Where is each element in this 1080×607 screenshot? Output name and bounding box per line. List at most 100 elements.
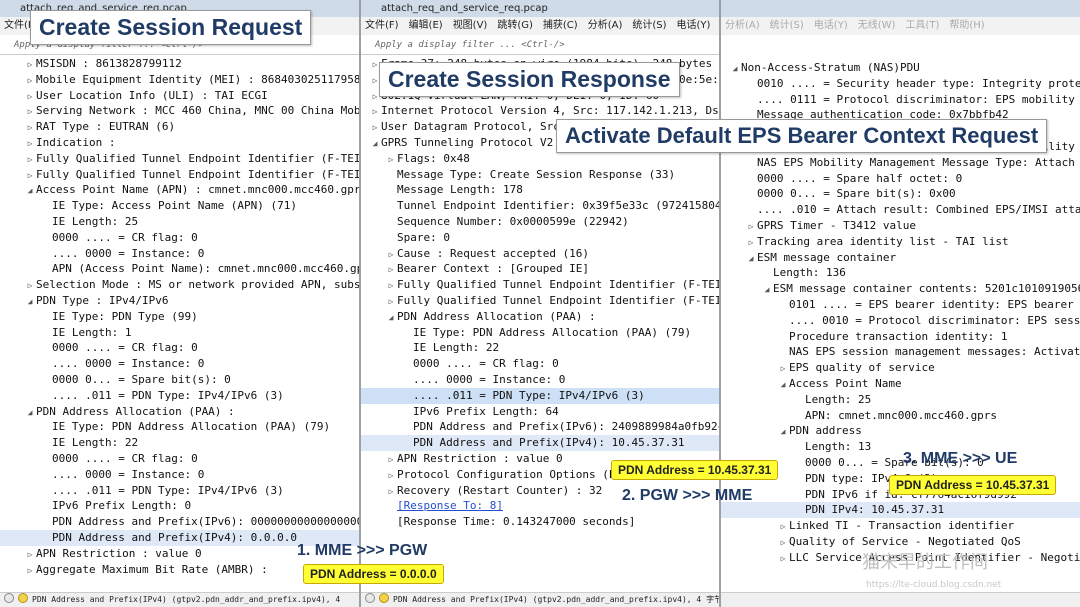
collapse-arrow-icon[interactable]: ◢ <box>369 136 381 151</box>
expand-arrow-icon[interactable]: ▷ <box>24 563 36 578</box>
tree-row[interactable]: ▷ Cause : Request accepted (16) <box>361 246 719 262</box>
tree-row[interactable]: 0000 0... = Spare bit(s): 0x00 <box>721 186 1080 202</box>
expand-arrow-icon[interactable]: ▷ <box>385 152 397 167</box>
tree-row[interactable]: ◢ Access Point Name <box>721 376 1080 392</box>
collapse-arrow-icon[interactable]: ◢ <box>745 251 757 266</box>
tree-row[interactable]: .... .011 = PDN Type: IPv4/IPv6 (3) <box>0 483 360 499</box>
collapse-arrow-icon[interactable]: ◢ <box>385 310 397 325</box>
menu-item[interactable]: 分析(A) <box>725 20 760 31</box>
tree-row[interactable]: PDN IPv4: 10.45.37.31 <box>721 502 1080 519</box>
tree-row[interactable]: Length: 25 <box>721 392 1080 408</box>
tree-row[interactable]: Length: 13 <box>721 439 1080 455</box>
tree-row[interactable]: ▷ GPRS Timer - T3412 value <box>721 218 1080 234</box>
expand-arrow-icon[interactable]: ▷ <box>24 136 36 151</box>
tree-row[interactable]: IE Length: 22 <box>361 340 719 356</box>
tree-row[interactable]: 0000 .... = CR flag: 0 <box>0 230 360 246</box>
collapse-arrow-icon[interactable]: ◢ <box>729 61 741 76</box>
tree-row[interactable]: Message Length: 178 <box>361 182 719 198</box>
tree-row[interactable]: .... 0000 = Instance: 0 <box>361 372 719 388</box>
tree-row[interactable]: .... .011 = PDN Type: IPv4/IPv6 (3) <box>361 387 719 404</box>
tree-row[interactable]: NAS EPS Mobility Management Message Type… <box>721 155 1080 171</box>
expand-arrow-icon[interactable]: ▷ <box>777 551 789 566</box>
tree-row[interactable]: ▷ Indication : <box>0 135 360 151</box>
response-link[interactable]: [Response To: 8] <box>397 499 503 512</box>
tree-row[interactable]: 0000 .... = Spare half octet: 0 <box>721 171 1080 187</box>
menu-item[interactable]: 无线(W) <box>858 20 896 31</box>
tree-row[interactable]: ▷ Internet Protocol Version 4, Src: 117.1… <box>361 103 719 119</box>
collapse-arrow-icon[interactable]: ◢ <box>777 424 789 439</box>
expand-arrow-icon[interactable]: ▷ <box>24 152 36 167</box>
menu-item[interactable]: 工具(T) <box>905 20 939 31</box>
menu-item[interactable]: 分析(A) <box>588 20 623 31</box>
tree-row[interactable]: .... .010 = Attach result: Combined EPS/… <box>721 202 1080 218</box>
tree-row[interactable]: ▷ RAT Type : EUTRAN (6) <box>0 119 360 135</box>
expand-arrow-icon[interactable]: ▷ <box>24 89 36 104</box>
tree-row[interactable]: IE Length: 1 <box>0 325 360 341</box>
menu-item[interactable]: 电话(Y) <box>677 20 711 31</box>
expand-arrow-icon[interactable]: ▷ <box>24 73 36 88</box>
tree-row[interactable]: IE Type: PDN Address Allocation (PAA) (7… <box>361 325 719 341</box>
tree-row[interactable]: ▷ Fully Qualified Tunnel Endpoint Identif… <box>361 293 719 309</box>
tree-row[interactable]: ◢ ESM message container <box>721 250 1080 266</box>
tree-row[interactable]: 0000 .... = CR flag: 0 <box>0 340 360 356</box>
collapse-arrow-icon[interactable]: ◢ <box>24 183 36 198</box>
expand-arrow-icon[interactable]: ▷ <box>369 120 381 135</box>
expand-arrow-icon[interactable]: ▷ <box>24 278 36 293</box>
tree-row[interactable]: APN (Access Point Name): cmnet.mnc000.mc… <box>0 261 360 277</box>
expand-arrow-icon[interactable]: ▷ <box>385 484 397 499</box>
tree-row[interactable]: ▷ Tracking area identity list - TAI list <box>721 234 1080 250</box>
expand-arrow-icon[interactable]: ▷ <box>369 104 381 119</box>
menu-item[interactable]: 捕获(C) <box>543 20 578 31</box>
tree-row[interactable]: IE Length: 25 <box>0 214 360 230</box>
menu-item[interactable]: 帮助(H) <box>949 20 984 31</box>
expand-arrow-icon[interactable]: ▷ <box>385 247 397 262</box>
menu-item[interactable]: 统计(S) <box>770 20 804 31</box>
collapse-arrow-icon[interactable]: ◢ <box>24 294 36 309</box>
tree-row[interactable]: .... 0000 = Instance: 0 <box>0 246 360 262</box>
tree-row[interactable]: IE Type: PDN Type (99) <box>0 309 360 325</box>
expand-arrow-icon[interactable]: ▷ <box>745 235 757 250</box>
tree-row[interactable]: Procedure transaction identity: 1 <box>721 329 1080 345</box>
menu-item[interactable]: 电话(Y) <box>814 20 848 31</box>
tree-row[interactable]: APN: cmnet.mnc000.mcc460.gprs <box>721 408 1080 424</box>
tree-row[interactable]: .... 0000 = Instance: 0 <box>0 467 360 483</box>
menu-item[interactable]: 编辑(E) <box>409 20 443 31</box>
tree-row[interactable]: [Response Time: 0.143247000 seconds] <box>361 514 719 530</box>
tree-row[interactable]: IE Length: 22 <box>0 435 360 451</box>
tree-row[interactable]: ◢ PDN Address Allocation (PAA) : <box>361 309 719 325</box>
tree-row[interactable]: IPv6 Prefix Length: 0 <box>0 498 360 514</box>
tree-row[interactable]: ▷ Fully Qualified Tunnel Endpoint Identif… <box>361 277 719 293</box>
tree-row[interactable]: ◢ PDN Address Allocation (PAA) : <box>0 404 360 420</box>
tree-row[interactable]: .... 0010 = Protocol discriminator: EPS … <box>721 313 1080 329</box>
tree-row[interactable]: 0000 .... = CR flag: 0 <box>0 451 360 467</box>
tree-row[interactable]: 0000 0... = Spare bit(s): 0 <box>0 372 360 388</box>
expand-arrow-icon[interactable]: ▷ <box>24 104 36 119</box>
tree-row[interactable]: Tunnel Endpoint Identifier: 0x39f5e33c (… <box>361 198 719 214</box>
tree-row[interactable]: ▷ User Location Info (ULI) : TAI ECGI <box>0 88 360 104</box>
tree-row[interactable]: ▷ Serving Network : MCC 460 China, MNC 00… <box>0 103 360 119</box>
collapse-arrow-icon[interactable]: ◢ <box>761 282 773 297</box>
expand-arrow-icon[interactable]: ▷ <box>24 547 36 562</box>
menu-item[interactable]: 跳转(G) <box>497 20 533 31</box>
tree-row[interactable]: IPv6 Prefix Length: 64 <box>361 404 719 420</box>
expand-arrow-icon[interactable]: ▷ <box>777 361 789 376</box>
tree-row[interactable]: Spare: 0 <box>361 230 719 246</box>
tree-row[interactable]: ◢ PDN address <box>721 423 1080 439</box>
menu-item[interactable]: 文件(F) <box>365 20 399 31</box>
tree-row[interactable]: 0101 .... = EPS bearer identity: EPS bea… <box>721 297 1080 313</box>
expert-info-icon[interactable] <box>379 593 389 603</box>
display-filter-input[interactable]: Apply a display filter ... <Ctrl-/> <box>361 36 719 55</box>
tree-row[interactable]: IE Type: PDN Address Allocation (PAA) (7… <box>0 419 360 435</box>
tree-row[interactable]: .... .011 = PDN Type: IPv4/IPv6 (3) <box>0 388 360 404</box>
expand-arrow-icon[interactable]: ▷ <box>24 168 36 183</box>
tree-row[interactable]: .... 0000 = Instance: 0 <box>0 356 360 372</box>
expand-arrow-icon[interactable]: ▷ <box>385 468 397 483</box>
expand-arrow-icon[interactable]: ▷ <box>385 452 397 467</box>
tree-row[interactable]: PDN Address and Prefix(IPv6): 0000000000… <box>0 514 360 530</box>
tree-row[interactable]: ▷ Flags: 0x48 <box>361 151 719 167</box>
expand-arrow-icon[interactable]: ▷ <box>24 120 36 135</box>
tree-row[interactable]: ▷ EPS quality of service <box>721 360 1080 376</box>
tree-row[interactable]: NAS EPS session management messages: Act… <box>721 344 1080 360</box>
expand-arrow-icon[interactable]: ▷ <box>385 278 397 293</box>
expand-arrow-icon[interactable]: ▷ <box>777 535 789 550</box>
